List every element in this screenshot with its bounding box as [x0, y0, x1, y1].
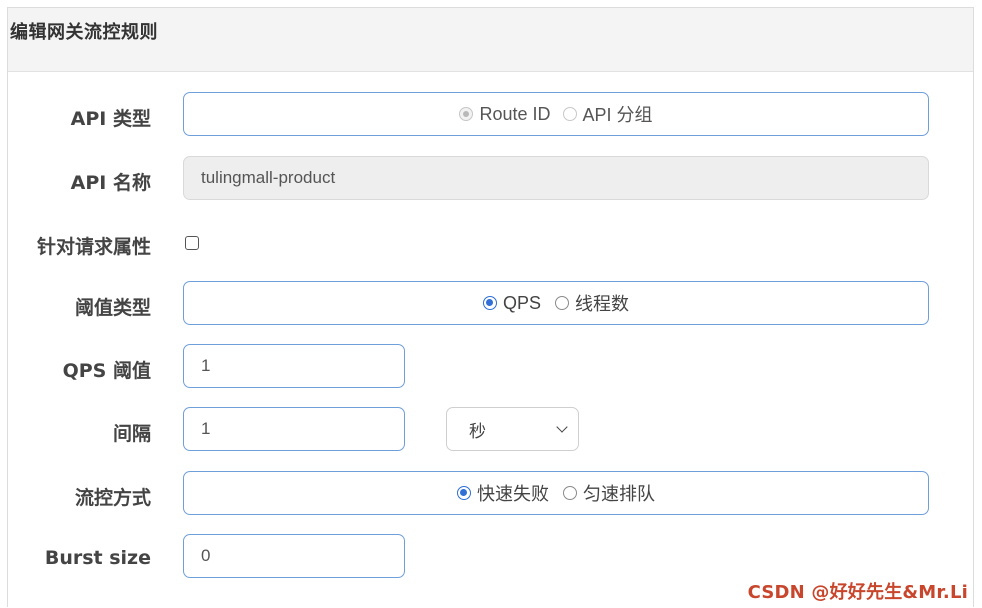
- qps-threshold-input[interactable]: 1: [183, 344, 405, 388]
- api-type-row: API 类型 Route ID API 分组: [0, 92, 982, 136]
- api-name-label: API 名称: [70, 172, 151, 194]
- radio-thread-count-indicator[interactable]: [555, 296, 569, 310]
- watermark: CSDN @好好先生&Mr.Li: [747, 582, 968, 603]
- api-name-value: tulingmall-product: [201, 168, 336, 187]
- qps-threshold-value: 1: [201, 356, 211, 375]
- dialog-title: 编辑网关流控规则: [10, 22, 158, 43]
- radio-thread-count[interactable]: 线程数: [555, 290, 629, 316]
- interval-row: 间隔 1 秒: [0, 407, 982, 451]
- burst-size-value: 0: [201, 546, 211, 565]
- api-name-row: API 名称 tulingmall-product: [0, 156, 982, 200]
- interval-label: 间隔: [112, 423, 151, 445]
- threshold-type-label: 阈值类型: [74, 297, 151, 319]
- api-name-field[interactable]: tulingmall-product: [183, 156, 929, 200]
- radio-fast-fail[interactable]: 快速失败: [457, 480, 549, 506]
- radio-thread-count-label: 线程数: [575, 294, 629, 314]
- radio-uniform-queue[interactable]: 匀速排队: [563, 480, 655, 506]
- radio-uniform-queue-label: 匀速排队: [583, 484, 655, 504]
- dialog-header: 编辑网关流控规则: [8, 8, 973, 72]
- radio-fast-fail-indicator[interactable]: [457, 486, 471, 500]
- radio-uniform-queue-indicator[interactable]: [563, 486, 577, 500]
- interval-value: 1: [201, 419, 211, 438]
- threshold-type-radio-group: QPS 线程数: [183, 281, 929, 325]
- radio-fast-fail-label: 快速失败: [477, 484, 549, 504]
- radio-qps-label: QPS: [502, 292, 541, 313]
- request-attr-row: 针对请求属性: [0, 224, 982, 264]
- control-mode-row: 流控方式 快速失败 匀速排队: [0, 471, 982, 515]
- api-type-radio-group: Route ID API 分组: [183, 92, 929, 136]
- control-mode-radio-group: 快速失败 匀速排队: [183, 471, 929, 515]
- radio-qps[interactable]: QPS: [482, 292, 541, 314]
- burst-size-label: Burst size: [44, 547, 151, 569]
- radio-api-group-indicator[interactable]: [562, 107, 577, 121]
- radio-api-group-label: API 分组: [582, 105, 653, 125]
- qps-threshold-row: QPS 阈值 1: [0, 344, 982, 388]
- qps-threshold-label: QPS 阈值: [62, 360, 151, 382]
- radio-route-id[interactable]: Route ID: [459, 103, 551, 125]
- radio-qps-indicator[interactable]: [482, 296, 497, 310]
- interval-input[interactable]: 1: [183, 407, 405, 451]
- burst-size-input[interactable]: 0: [183, 534, 405, 578]
- control-mode-label: 流控方式: [74, 487, 151, 509]
- request-attr-label: 针对请求属性: [36, 236, 151, 258]
- threshold-type-row: 阈值类型 QPS 线程数: [0, 281, 982, 325]
- api-type-label: API 类型: [70, 108, 151, 130]
- radio-api-group[interactable]: API 分组: [562, 101, 653, 127]
- request-attr-checkbox[interactable]: [185, 236, 199, 250]
- radio-route-id-label: Route ID: [479, 103, 551, 124]
- burst-size-row: Burst size 0: [0, 534, 982, 578]
- interval-unit-value: 秒: [469, 421, 486, 441]
- chevron-down-icon: [556, 421, 568, 433]
- radio-route-id-indicator[interactable]: [459, 107, 474, 121]
- interval-unit-select[interactable]: 秒: [446, 407, 579, 451]
